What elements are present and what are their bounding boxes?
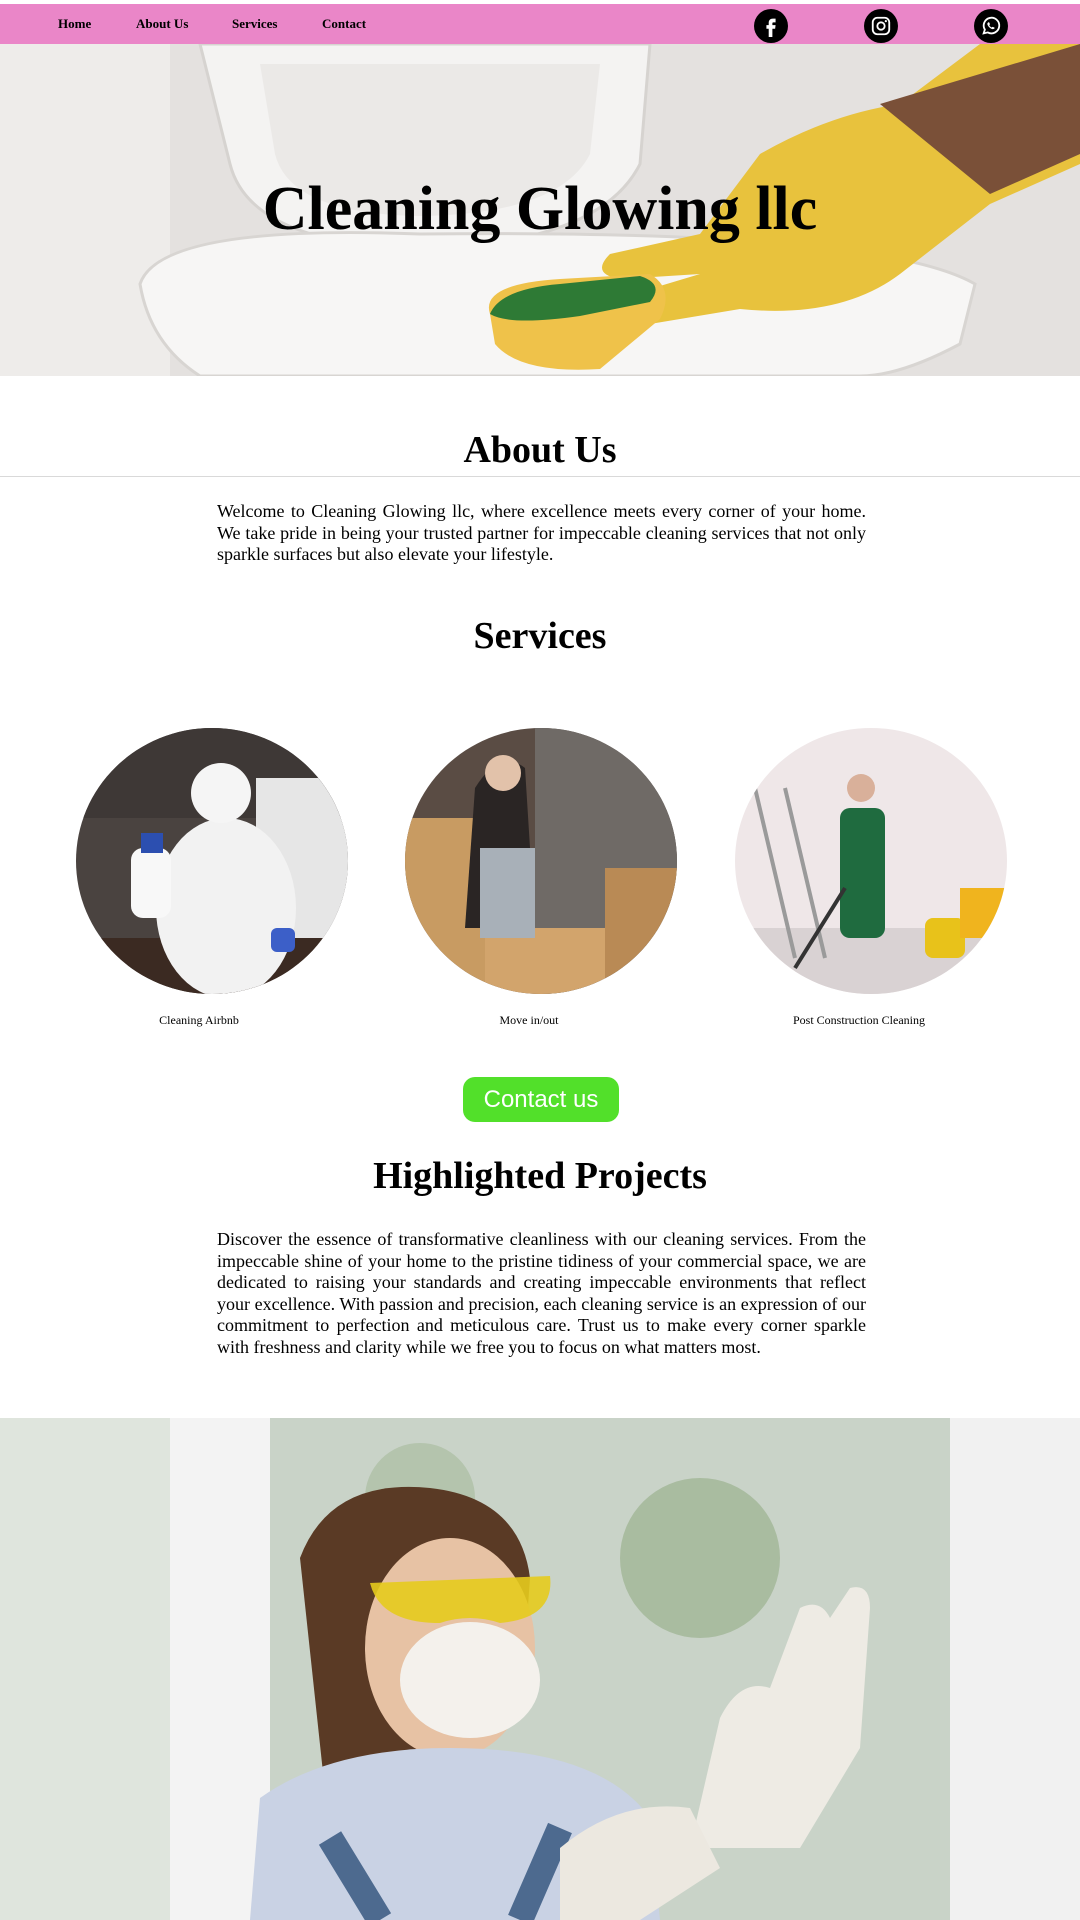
contact-us-button[interactable]: Contact us — [463, 1077, 619, 1122]
projects-text: Discover the essence of transformative c… — [217, 1229, 866, 1357]
nav-link-contact[interactable]: Contact — [322, 4, 366, 44]
worker-image — [0, 1418, 1080, 1920]
whatsapp-icon[interactable] — [974, 9, 1008, 43]
service-label-post-construction: Post Construction Cleaning — [793, 1013, 925, 1027]
service-label-move: Move in/out — [499, 1013, 559, 1027]
nav-bar: Home About Us Services Contact — [0, 4, 1080, 44]
about-heading: About Us — [463, 429, 617, 471]
instagram-icon[interactable] — [864, 9, 898, 43]
section-divider — [0, 476, 1080, 477]
hero-title: Cleaning Glowing llc — [262, 175, 818, 243]
facebook-icon[interactable] — [754, 9, 788, 43]
services-heading: Services — [473, 615, 607, 657]
nav-link-home[interactable]: Home — [58, 4, 91, 44]
nav-link-about[interactable]: About Us — [136, 4, 188, 44]
service-image-move — [405, 728, 677, 994]
projects-heading: Highlighted Projects — [373, 1155, 707, 1197]
service-label-airbnb: Cleaning Airbnb — [159, 1013, 239, 1027]
hero-banner: Cleaning Glowing llc — [0, 44, 1080, 376]
about-text: Welcome to Cleaning Glowing llc, where e… — [217, 501, 866, 564]
nav-link-services[interactable]: Services — [232, 4, 277, 44]
service-image-airbnb — [76, 728, 348, 994]
service-image-post-construction — [735, 728, 1007, 994]
